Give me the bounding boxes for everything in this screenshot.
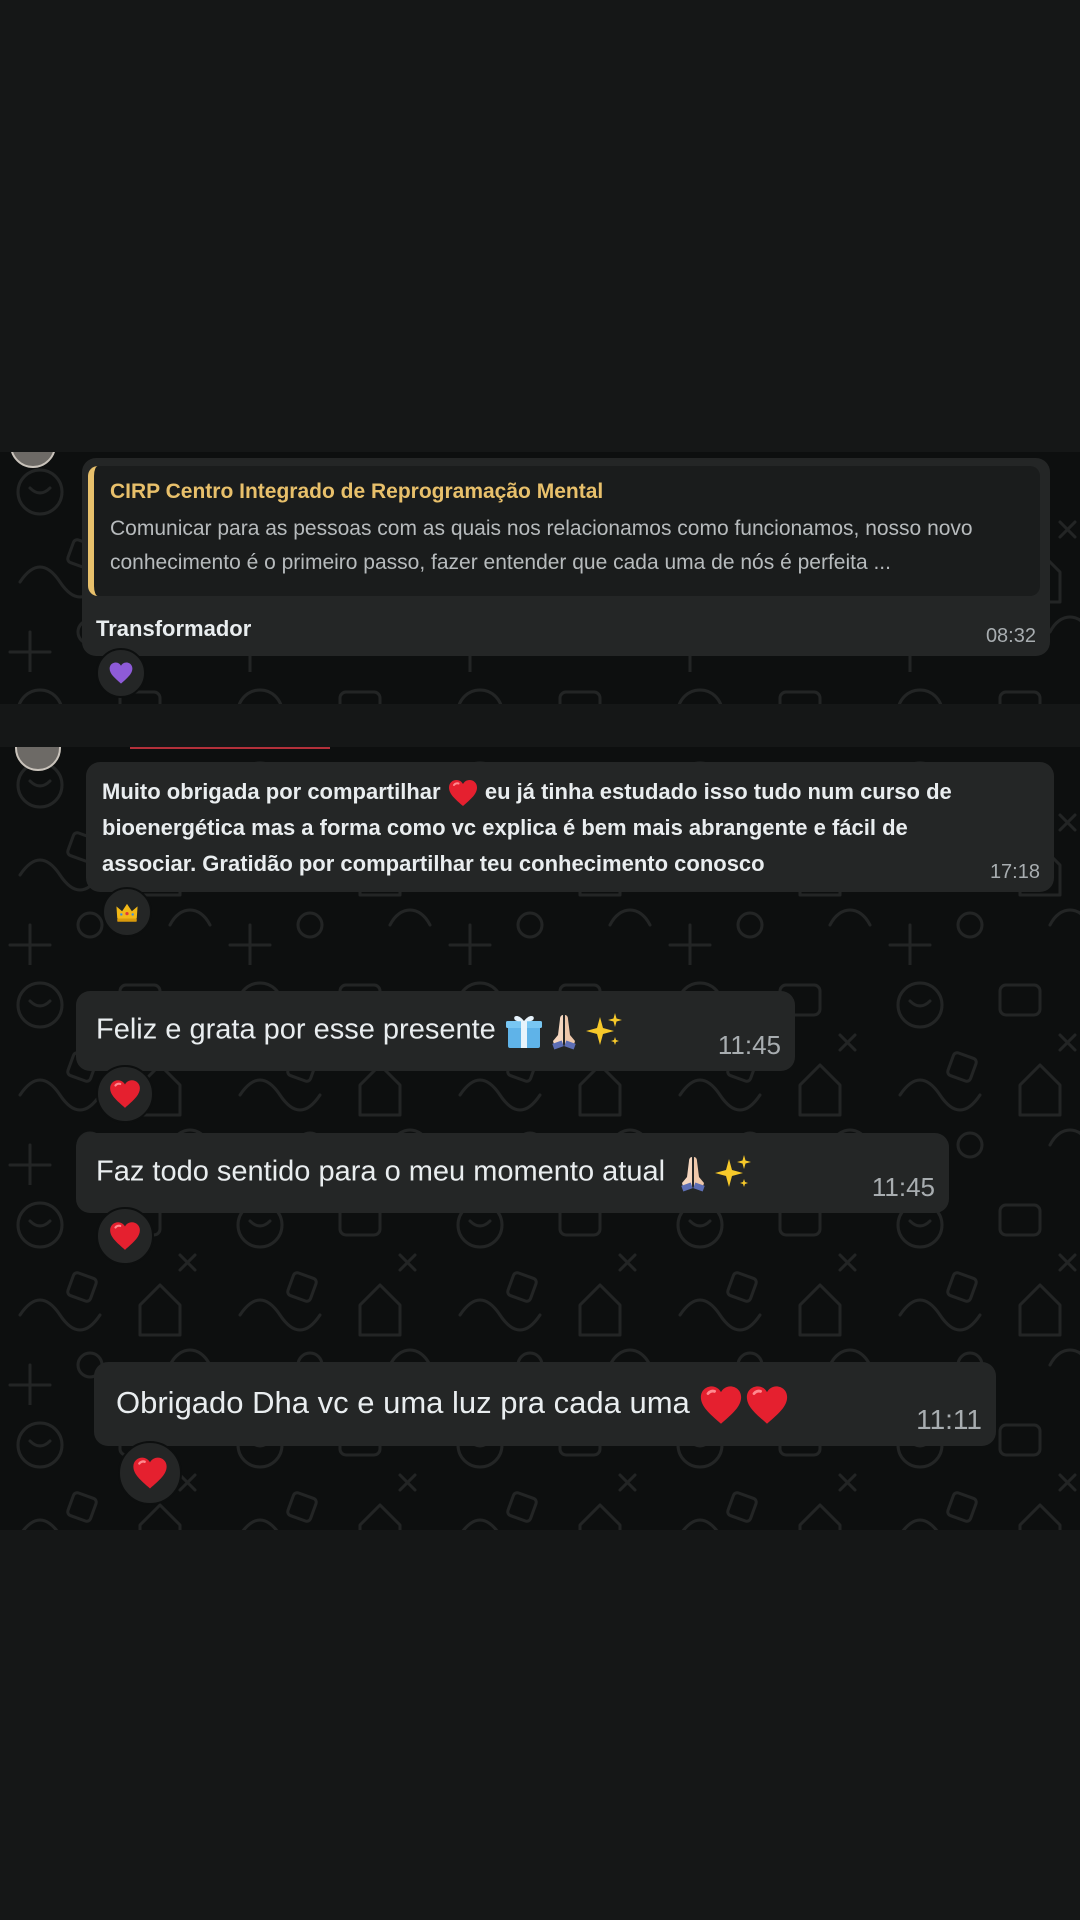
screenshot-separator	[0, 745, 1080, 747]
praying-hands-icon	[673, 1153, 713, 1193]
red-heart-icon	[744, 1382, 790, 1428]
message-time: 11:45	[871, 1172, 935, 1202]
gift-icon	[504, 1011, 544, 1051]
message-row: Feliz e grata por esse presente	[96, 1011, 624, 1051]
message-line2: bioenergética mas a forma como vc explic…	[102, 815, 908, 840]
quoted-message[interactable]: CIRP Centro Integrado de Reprogramação M…	[88, 466, 1040, 596]
red-heart-icon	[131, 1454, 169, 1492]
message-text: Transformador	[96, 616, 252, 641]
crown-icon	[114, 899, 140, 925]
sparkles-icon	[584, 1011, 624, 1051]
message-part1: Muito obrigada por compartilhar	[102, 779, 441, 804]
chat-screenshot-1: CIRP Centro Integrado de Reprogramação M…	[0, 452, 1080, 704]
message-time: 11:45	[717, 1030, 781, 1060]
message-time: 11:11	[916, 1404, 982, 1435]
message-bubble[interactable]: Feliz e grata por esse presente 11:45	[76, 991, 795, 1071]
message-bubble[interactable]: CIRP Centro Integrado de Reprogramação M…	[82, 458, 1050, 656]
purple-heart-icon	[108, 660, 134, 686]
red-heart-icon	[108, 1219, 142, 1253]
quoted-author: CIRP Centro Integrado de Reprogramação M…	[110, 480, 604, 503]
message-bubble[interactable]: Obrigado Dha vc e uma luz pra cada uma 1…	[94, 1362, 996, 1446]
message-text: Faz todo sentido para o meu momento atua…	[96, 1155, 666, 1188]
reaction-badge[interactable]	[96, 1207, 154, 1265]
message-time: 08:32	[985, 625, 1036, 647]
message-part2: eu já tinha estudado isso tudo num curso…	[484, 779, 952, 804]
message-text: Muito obrigada por compartilhar eu já ti…	[102, 774, 1038, 882]
reaction-badge[interactable]	[96, 1065, 154, 1123]
red-heart-icon	[698, 1382, 744, 1428]
quoted-text: Comunicar para as pessoas com as quais n…	[110, 517, 973, 574]
message-row: Obrigado Dha vc e uma luz pra cada uma	[116, 1382, 790, 1428]
message-row: Faz todo sentido para o meu momento atua…	[96, 1153, 753, 1193]
red-heart-icon	[108, 1077, 142, 1111]
reaction-badge[interactable]	[102, 887, 152, 937]
message-text: Obrigado Dha vc e uma luz pra cada uma	[116, 1385, 690, 1421]
sparkles-icon	[713, 1153, 753, 1193]
message-text: Feliz e grata por esse presente	[96, 1013, 496, 1046]
praying-hands-icon	[544, 1011, 584, 1051]
reaction-badge[interactable]	[96, 648, 146, 698]
red-heart-icon	[447, 777, 479, 809]
reaction-badge[interactable]	[118, 1441, 182, 1505]
message-time: 17:18	[989, 861, 1040, 883]
message-line3: associar. Gratidão por compartilhar teu …	[102, 851, 765, 876]
chat-screenshot-2: Muito obrigada por compartilhar eu já ti…	[0, 745, 1080, 1530]
message-bubble[interactable]: Faz todo sentido para o meu momento atua…	[76, 1133, 949, 1213]
message-bubble[interactable]: Muito obrigada por compartilhar eu já ti…	[86, 762, 1054, 892]
